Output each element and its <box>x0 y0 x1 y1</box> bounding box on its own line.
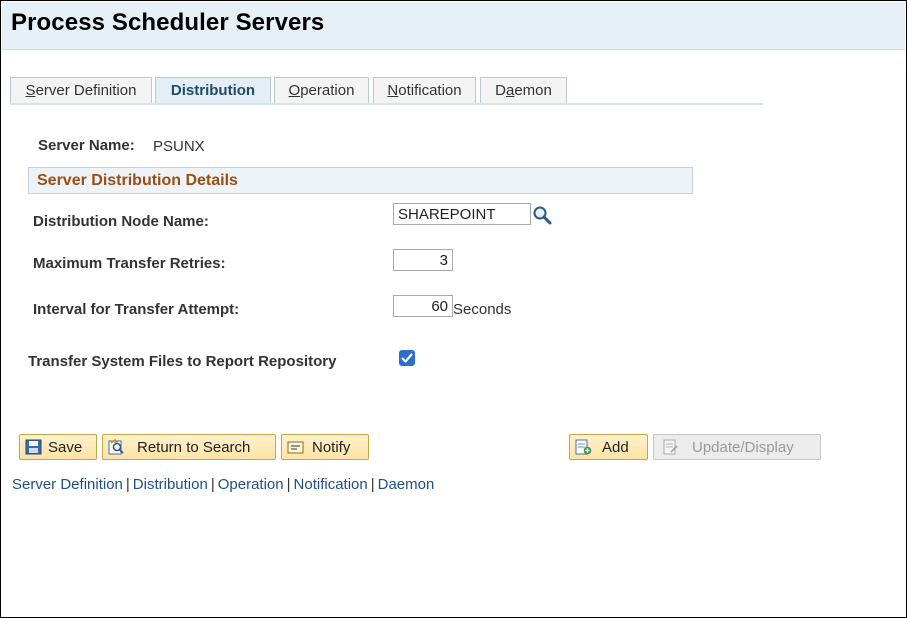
save-label: Save <box>48 439 83 456</box>
transfer-files-checkbox[interactable] <box>399 350 415 366</box>
tab-access-key: O <box>288 82 301 99</box>
link-notification[interactable]: Notification <box>294 476 368 493</box>
page-frame: Process Scheduler Servers Server Definit… <box>0 0 907 618</box>
update-display-label: Update/Display <box>692 439 794 456</box>
link-distribution[interactable]: Distribution <box>133 476 208 493</box>
tab-operation[interactable]: Operation <box>274 77 369 103</box>
tab-underline <box>10 103 763 105</box>
tab-label-start: D <box>495 82 506 99</box>
distribution-node-label: Distribution Node Name: <box>33 213 209 230</box>
server-name-label: Server Name: <box>38 137 135 154</box>
tab-bar: Server Definition Distribution Operation… <box>10 77 763 105</box>
tab-access-key: S <box>25 82 36 99</box>
interval-input[interactable] <box>393 295 453 317</box>
search-return-icon <box>108 439 124 455</box>
section-title: Server Distribution Details <box>37 172 238 189</box>
max-retries-label: Maximum Transfer Retries: <box>33 255 226 272</box>
return-to-search-button[interactable]: Return to Search <box>102 434 276 460</box>
tab-label: peration <box>300 82 355 99</box>
title-band: Process Scheduler Servers <box>2 2 905 50</box>
add-label: Add <box>602 439 629 456</box>
save-button[interactable]: Save <box>19 434 97 460</box>
transfer-files-label: Transfer System Files to Report Reposito… <box>28 353 337 370</box>
interval-unit: Seconds <box>453 301 512 318</box>
tab-daemon[interactable]: Daemon <box>480 77 567 103</box>
link-separator: | <box>286 476 291 493</box>
tab-access-key: N <box>387 82 399 99</box>
update-display-icon <box>663 439 678 455</box>
notify-label: Notify <box>312 439 351 456</box>
link-server-definition[interactable]: Server Definition <box>12 476 123 493</box>
checkmark-icon <box>401 353 413 363</box>
max-retries-input[interactable] <box>393 249 453 271</box>
update-display-button[interactable]: Update/Display <box>653 434 821 460</box>
tab-label: erver Definition <box>35 82 137 99</box>
link-daemon[interactable]: Daemon <box>378 476 435 493</box>
notify-button[interactable]: Notify <box>281 434 369 460</box>
floppy-disk-icon <box>25 439 42 455</box>
distribution-node-input[interactable] <box>393 203 531 225</box>
section-header: Server Distribution Details <box>28 167 693 194</box>
add-button[interactable]: Add <box>569 434 648 460</box>
server-name-value: PSUNX <box>153 138 205 155</box>
add-document-icon <box>575 439 592 455</box>
tab-label: otification <box>398 82 462 99</box>
interval-label: Interval for Transfer Attempt: <box>33 301 240 318</box>
notify-message-icon <box>287 441 304 454</box>
return-to-search-label: Return to Search <box>137 439 251 456</box>
link-separator: | <box>370 476 375 493</box>
magnifier-icon[interactable] <box>532 205 552 225</box>
tab-server-definition[interactable]: Server Definition <box>10 77 152 103</box>
link-operation[interactable]: Operation <box>218 476 284 493</box>
tab-label: emon <box>514 82 552 99</box>
bottom-tab-links: Server Definition | Distribution | Operation… <box>12 476 434 493</box>
link-separator: | <box>125 476 130 493</box>
tab-notification[interactable]: Notification <box>373 77 476 103</box>
tab-distribution[interactable]: Distribution <box>155 77 271 105</box>
link-separator: | <box>210 476 215 493</box>
page-title: Process Scheduler Servers <box>11 9 325 36</box>
tab-label: Distribution <box>170 82 256 99</box>
